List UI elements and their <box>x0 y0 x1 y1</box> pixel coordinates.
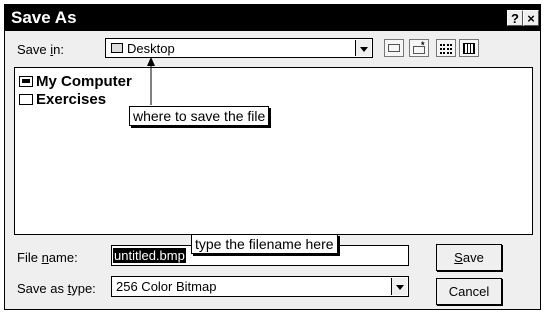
file-name-label-b: ame: <box>48 250 78 265</box>
save-type-label-a: Save as <box>17 281 68 296</box>
computer-icon <box>19 76 33 87</box>
callout-arrow <box>147 57 155 105</box>
save-in-label-a: Save <box>17 42 51 57</box>
save-in-label: Save in: <box>17 42 64 57</box>
filename-callout: type the filename here <box>191 234 338 254</box>
chevron-down-icon[interactable] <box>391 278 407 295</box>
desktop-icon <box>111 43 123 53</box>
save-location-callout: where to save the file <box>129 106 270 126</box>
file-name-label: My Computer <box>36 73 132 90</box>
list-item[interactable]: Exercises <box>19 91 106 108</box>
help-icon: ? <box>511 11 519 26</box>
list-view-icon[interactable] <box>436 39 456 57</box>
save-type-dropdown[interactable]: 256 Color Bitmap <box>111 276 409 297</box>
file-name-value: untitled.bmp <box>113 248 186 263</box>
details-view-icon[interactable] <box>459 39 479 57</box>
save-as-dialog: Save As ? × Save in: Desktop * My Comput… <box>4 4 541 310</box>
save-type-value: 256 Color Bitmap <box>116 279 217 294</box>
window-title: Save As <box>11 8 77 27</box>
help-button[interactable]: ? <box>507 10 523 26</box>
chevron-down-icon[interactable] <box>355 40 371 56</box>
list-item[interactable]: My Computer <box>19 73 132 90</box>
close-icon: × <box>527 11 535 26</box>
file-name-label-key: n <box>41 250 49 265</box>
file-name-label-text: File name: <box>17 250 78 265</box>
file-name-label-a: File <box>17 250 42 265</box>
folder-icon <box>19 94 33 105</box>
file-name-label: Exercises <box>36 91 107 108</box>
new-folder-icon[interactable]: * <box>409 39 429 57</box>
save-button[interactable]: Save <box>436 244 502 271</box>
file-list[interactable]: My Computer Exercises <box>14 67 533 235</box>
save-in-dropdown[interactable]: Desktop <box>105 38 373 58</box>
save-button-key: S <box>454 250 463 265</box>
save-button-label: ave <box>462 250 484 265</box>
cancel-button[interactable]: Cancel <box>436 278 502 305</box>
up-folder-icon[interactable] <box>384 39 404 57</box>
close-button[interactable]: × <box>523 10 539 26</box>
save-in-label-b: n: <box>53 42 64 57</box>
save-type-label: Save as type: <box>17 281 96 296</box>
save-type-label-b: ype: <box>71 281 96 296</box>
title-bar[interactable]: Save As ? × <box>5 5 540 31</box>
save-in-value: Desktop <box>127 41 175 56</box>
